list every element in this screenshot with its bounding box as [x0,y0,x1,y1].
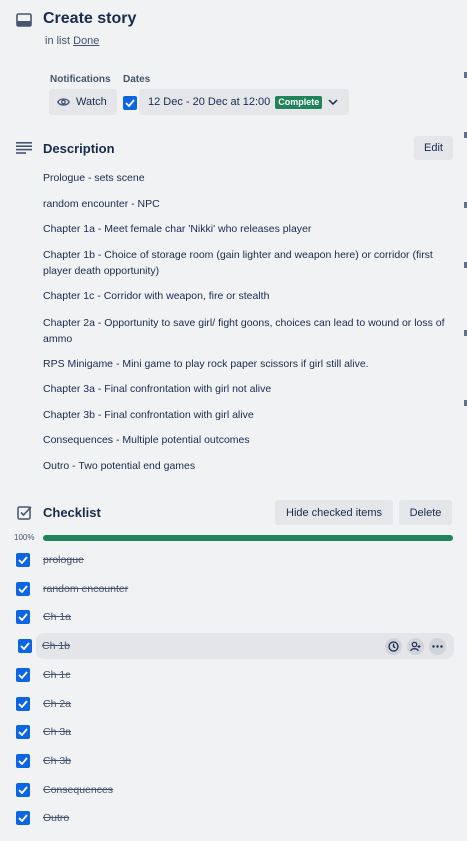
in-list-text: in list Done [45,35,99,47]
card-title[interactable]: Create story [43,10,136,28]
description-line: Consequences - Multiple potential outcom… [43,434,250,446]
description-line: Chapter 3a - Final confrontation with gi… [43,383,272,395]
delete-label: Delete [409,506,442,519]
checklist-item-checkbox[interactable] [16,725,30,739]
eye-icon [57,97,70,107]
list-link[interactable]: Done [73,35,99,47]
delete-checklist-button[interactable]: Delete [399,500,452,525]
due-date-checkbox[interactable] [123,96,137,110]
more-options-icon[interactable] [429,637,446,655]
date-range: 12 Dec - 20 Dec at 12:00 [148,96,271,108]
checklist-item-text[interactable]: Ch 1a [43,611,71,623]
checklist-item-text[interactable]: random encounter [43,583,128,595]
checklist-item[interactable]: Ch 3a [14,719,454,745]
description-line: Prologue - sets scene [43,172,145,184]
due-date-clock-icon[interactable] [385,637,402,655]
checklist-item-checkbox[interactable] [16,582,30,596]
checklist-item-text[interactable]: Consequences [43,784,113,796]
checklist-item-text[interactable]: Ch 1c [43,669,70,681]
description-line: Chapter 1a - Meet female char 'Nikki' wh… [43,223,312,235]
checklist-item-checkbox[interactable] [16,783,30,797]
progress-fill [43,535,453,541]
checklist-item-checkbox[interactable] [16,697,30,711]
description-line: RPS Minigame - Mini game to play rock pa… [43,358,369,370]
description-line: Chapter 3b - Final confrontation with gi… [43,409,254,421]
chevron-down-icon [328,99,338,105]
checklist-item-actions [385,637,446,655]
checklist-item[interactable]: Outro [14,805,454,831]
checklist-item-text[interactable]: Outro [43,812,69,824]
checklist-item-checkbox[interactable] [18,639,32,653]
description-line: Outro - Two potential end games [43,460,196,472]
checklist-item-checkbox[interactable] [16,553,30,567]
edit-description-button[interactable]: Edit [414,136,453,160]
description-line: Chapter 2a - Opportunity to save girl/ f… [43,317,445,345]
description-line: Chapter 1c - Corridor with weapon, fire … [43,290,270,302]
checklist-item[interactable]: Ch 2a [14,691,454,717]
checklist-item-checkbox[interactable] [16,811,30,825]
complete-badge: Complete [275,95,323,109]
in-list-prefix: in list [45,35,71,47]
checklist-item[interactable]: Ch 1c [14,662,454,688]
checklist-item[interactable]: Ch 1a [14,604,454,630]
checklist-icon [15,504,33,520]
description-title: Description [43,141,115,156]
checklist-item-text[interactable]: Ch 3a [43,726,71,738]
description-icon [15,140,33,156]
checklist-item[interactable]: prologue [14,547,454,573]
hide-checked-items-button[interactable]: Hide checked items [275,500,393,525]
dates-label: Dates [123,74,151,85]
checklist-item-checkbox[interactable] [16,610,30,624]
checklist-item-checkbox[interactable] [16,668,30,682]
checklist-item-checkbox[interactable] [16,754,30,768]
checklist-item[interactable]: Ch 3b [14,748,454,774]
watch-label: Watch [76,96,107,108]
checklist-item-text[interactable]: Ch 1b [42,640,70,652]
card-icon [15,11,33,29]
assign-member-icon[interactable] [407,637,424,655]
progress-percent: 100% [14,533,35,542]
hide-checked-label: Hide checked items [286,506,382,519]
checklist-item-text[interactable]: Ch 2a [43,698,71,710]
checklist-item-text[interactable]: prologue [43,554,84,566]
checklist-title: Checklist [43,505,101,520]
dates-button[interactable]: 12 Dec - 20 Dec at 12:00 Complete [139,89,349,115]
checklist-item[interactable]: Ch 1b [18,633,454,659]
progress-bar [43,535,453,541]
notifications-label: Notifications [50,74,111,85]
edit-label: Edit [424,142,443,154]
description-line: Chapter 1b - Choice of storage room (gai… [43,249,433,277]
checklist-item[interactable]: Consequences [14,777,454,803]
description-line: random encounter - NPC [43,198,160,210]
checklist-item-text[interactable]: Ch 3b [43,755,71,767]
checklist-item[interactable]: random encounter [14,576,454,602]
watch-button[interactable]: Watch [49,89,117,115]
